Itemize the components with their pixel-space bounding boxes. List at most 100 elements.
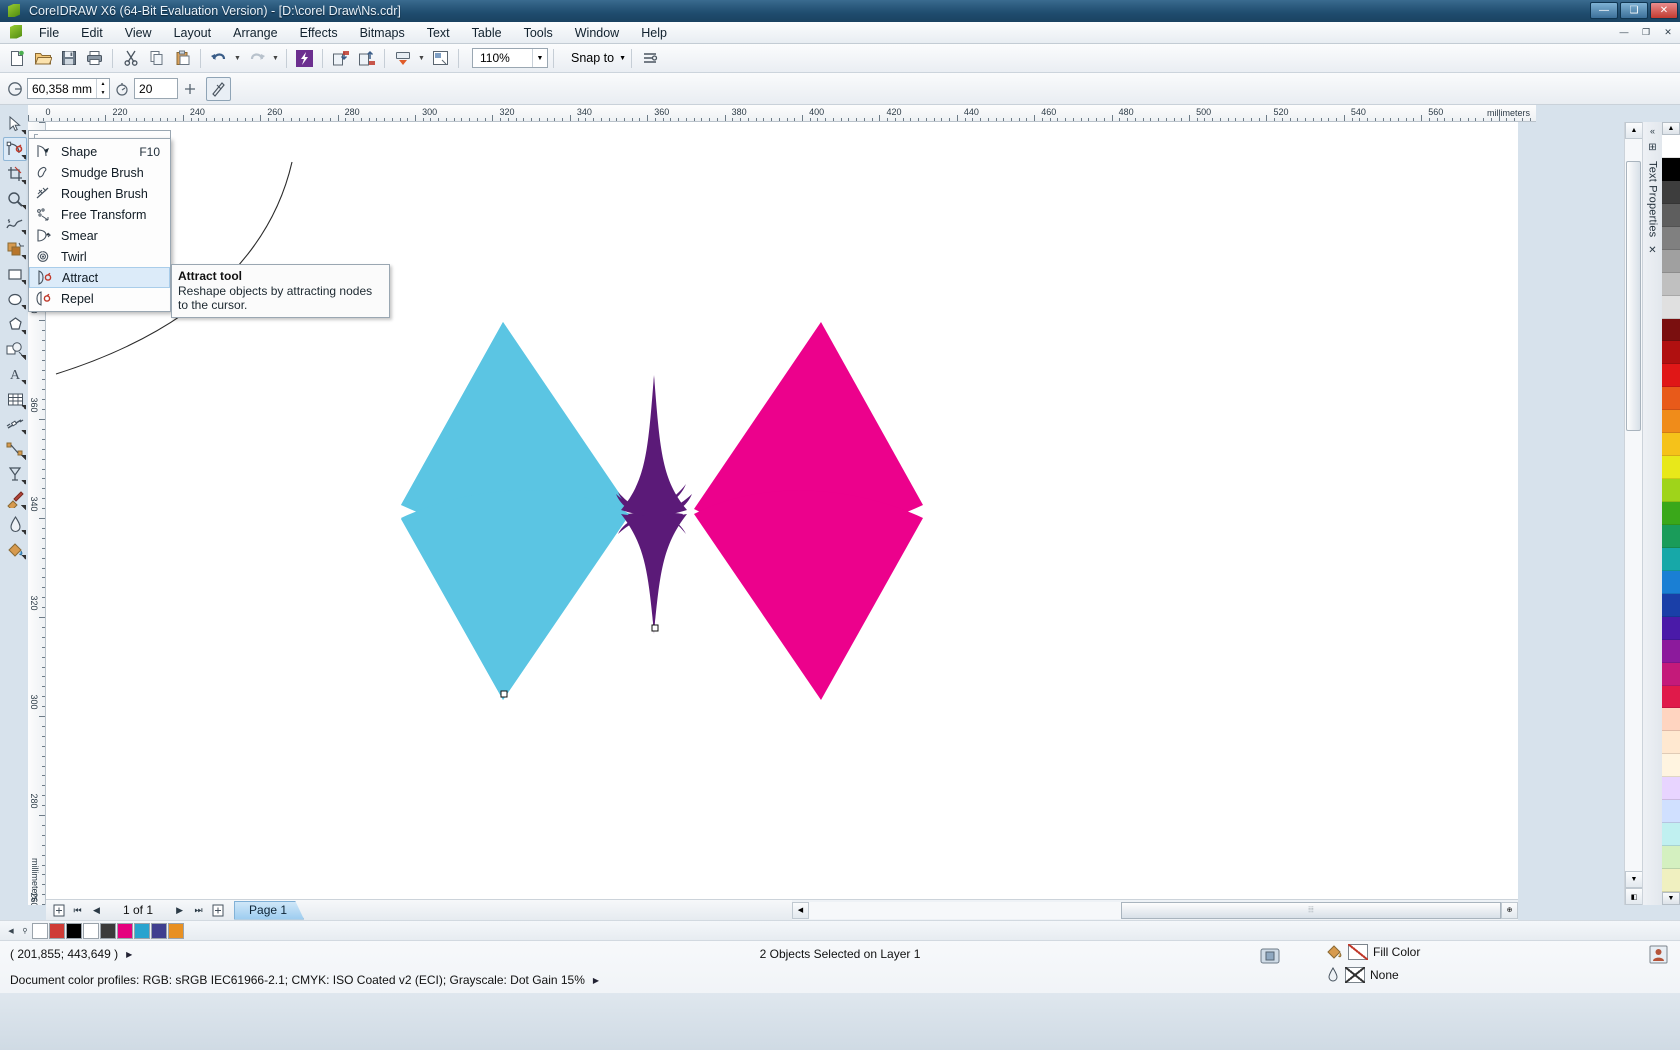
flyout-arrow-icon[interactable] (21, 555, 26, 560)
palette-swatch[interactable] (1662, 203, 1680, 227)
new-document-icon[interactable] (4, 46, 29, 70)
maximize-button[interactable]: ❑ (1620, 2, 1648, 19)
undo-icon[interactable] (206, 46, 231, 70)
horizontal-ruler[interactable]: millimeters 0 220 240 260 280 300 320 340 360 380… (28, 105, 1536, 122)
color-eyedropper-tool[interactable] (3, 487, 27, 511)
bottom-palette-swatch[interactable] (100, 922, 116, 939)
menu-window[interactable]: Window (564, 23, 630, 43)
palette-swatch[interactable] (1662, 616, 1680, 640)
application-launcher-icon[interactable] (292, 46, 317, 70)
palette-swatch[interactable] (1662, 662, 1680, 686)
menu-bitmaps[interactable]: Bitmaps (349, 23, 416, 43)
vertical-scrollbar[interactable]: ▲ ▼ ◧ (1624, 122, 1643, 905)
previous-page-button[interactable]: ◀ (88, 902, 105, 919)
menu-layout[interactable]: Layout (163, 23, 223, 43)
flyout-arrow-icon[interactable] (21, 155, 26, 160)
flyout-arrow-icon[interactable] (21, 380, 26, 385)
add-page-before-icon[interactable] (50, 902, 67, 919)
flyout-arrow-icon[interactable] (21, 530, 26, 535)
vertical-scroll-track[interactable] (1625, 139, 1643, 871)
palette-swatch[interactable] (1662, 639, 1680, 663)
palette-swatch[interactable] (1662, 800, 1680, 824)
palette-swatch[interactable] (1662, 479, 1680, 502)
save-icon[interactable] (56, 46, 81, 70)
bottom-palette-swatch[interactable] (168, 922, 184, 939)
snap-to-dropdown[interactable]: Snap to ▼ (571, 51, 626, 65)
scroll-left-button[interactable]: ◀ (792, 901, 809, 919)
flyout-arrow-icon[interactable] (21, 480, 26, 485)
flyout-arrow-icon[interactable] (21, 455, 26, 460)
snapshot-icon[interactable] (1260, 947, 1280, 965)
flyout-arrow-icon[interactable] (21, 205, 26, 210)
menu-text[interactable]: Text (416, 23, 461, 43)
open-document-icon[interactable] (30, 46, 55, 70)
palette-swatch[interactable] (1662, 249, 1680, 273)
zoom-fit-button[interactable]: ⊕ (1501, 901, 1518, 919)
node-handle-purple[interactable] (651, 624, 659, 632)
flyout-arrow-icon[interactable] (21, 430, 26, 435)
blend-tool[interactable] (3, 462, 27, 486)
docker-rail[interactable]: « ⊞ Text Properties ✕ (1642, 122, 1662, 905)
chevron-left-icon[interactable]: « (1650, 126, 1655, 136)
crop-tool[interactable] (3, 162, 27, 186)
text-tool[interactable]: A (3, 362, 27, 386)
palette-swatch[interactable] (1662, 754, 1680, 778)
window-controls[interactable]: — ❑ ✕ (1590, 2, 1678, 19)
chevron-down-icon[interactable]: ▼ (619, 55, 626, 62)
export-icon[interactable] (354, 46, 379, 70)
next-page-button[interactable]: ▶ (171, 902, 188, 919)
flyout-arrow-icon[interactable] (21, 355, 26, 360)
flyout-item-twirl[interactable]: Twirl (29, 246, 170, 267)
publish-pdf-icon[interactable] (390, 46, 415, 70)
flyout-arrow-icon[interactable] (21, 330, 26, 335)
freehand-tool[interactable] (3, 212, 27, 236)
bottom-palette-swatch[interactable] (83, 922, 99, 939)
palette-swatch[interactable] (1662, 823, 1680, 847)
shape-tool[interactable] (3, 137, 27, 161)
flyout-arrow-icon[interactable] (21, 305, 26, 310)
bottom-palette-swatch[interactable] (134, 922, 150, 939)
zoom-level-combo[interactable]: 110% ▼ (472, 48, 548, 68)
palette-swatch[interactable] (1662, 318, 1680, 342)
palette-swatch[interactable] (1662, 226, 1680, 250)
launch-icon[interactable] (428, 46, 453, 70)
palette-swatch[interactable] (1662, 295, 1680, 319)
flyout-item-attract[interactable]: Attract (29, 267, 170, 288)
palette-swatch[interactable] (1662, 387, 1680, 411)
menu-table[interactable]: Table (461, 23, 513, 43)
basic-shapes-tool[interactable] (3, 337, 27, 361)
outline-color-status[interactable]: None (1326, 967, 1399, 983)
flyout-item-repel[interactable]: Repel (29, 288, 170, 309)
palette-swatch[interactable] (1662, 135, 1680, 158)
user-account-icon[interactable] (1648, 945, 1670, 965)
palette-swatch[interactable] (1662, 685, 1680, 709)
palette-pin-icon[interactable]: ⚲ (18, 923, 32, 939)
palette-scroll-left-icon[interactable]: ◀ (4, 923, 18, 939)
ellipse-tool[interactable] (3, 287, 27, 311)
rectangle-tool[interactable] (3, 262, 27, 286)
close-icon[interactable]: ✕ (1648, 245, 1656, 256)
color-palette-right[interactable]: ▲ ▼ (1662, 122, 1680, 905)
chevron-down-icon[interactable]: ▼ (532, 49, 547, 67)
print-icon[interactable] (82, 46, 107, 70)
flyout-arrow-icon[interactable] (21, 130, 26, 135)
bottom-palette-swatch[interactable] (117, 922, 133, 939)
rate-field[interactable]: 20 (134, 78, 179, 99)
shape-edit-flyout[interactable]: Shape F10 Smudge Brush Roughen Brush Fre… (28, 138, 171, 312)
pin-icon[interactable]: ⊞ (1648, 142, 1656, 153)
menu-tools[interactable]: Tools (513, 23, 564, 43)
palette-swatch[interactable] (1662, 708, 1680, 732)
bottom-palette-swatch[interactable] (151, 922, 167, 939)
close-button[interactable]: ✕ (1650, 2, 1678, 19)
vertical-scroll-thumb[interactable] (1626, 161, 1641, 431)
palette-swatch[interactable] (1662, 777, 1680, 801)
palette-scroll-down-button[interactable]: ▼ (1662, 891, 1680, 905)
horizontal-scroll-track[interactable]: ⦙⦙⦙ (809, 901, 1501, 919)
bottom-palette-swatch[interactable] (66, 922, 82, 939)
palette-swatch[interactable] (1662, 157, 1680, 181)
palette-swatch[interactable] (1662, 341, 1680, 365)
flyout-arrow-icon[interactable] (21, 505, 26, 510)
palette-swatch[interactable] (1662, 180, 1680, 204)
flyout-item-shape[interactable]: Shape F10 (29, 141, 170, 162)
redo-dropdown-icon[interactable]: ▼ (270, 46, 281, 70)
